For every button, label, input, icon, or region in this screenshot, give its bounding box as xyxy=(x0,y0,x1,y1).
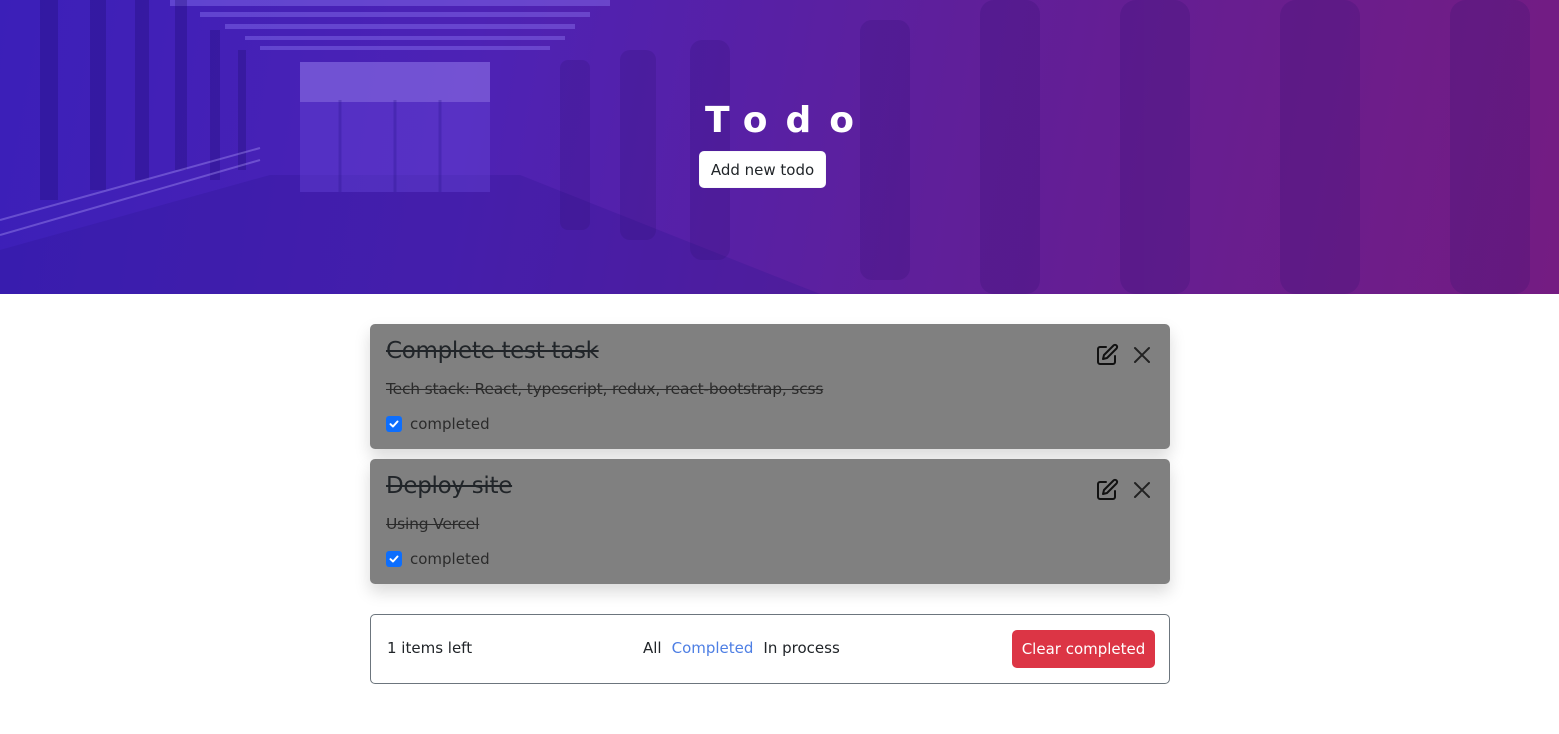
completed-checkbox[interactable] xyxy=(386,416,402,432)
edit-todo-button[interactable] xyxy=(1095,343,1119,367)
page-title: Todo xyxy=(704,100,872,141)
check-icon xyxy=(389,555,399,563)
pencil-square-icon xyxy=(1097,478,1119,500)
todo-title: Complete test task xyxy=(386,338,599,364)
completed-toggle: completed xyxy=(386,415,490,433)
completed-label: completed xyxy=(410,415,490,433)
items-left-count: 1 items left xyxy=(387,639,473,657)
delete-todo-button[interactable] xyxy=(1130,343,1154,367)
add-new-todo-button[interactable]: Add new todo xyxy=(699,151,826,188)
check-icon xyxy=(389,420,399,428)
todo-card: Deploy site Using Vercel completed xyxy=(370,459,1170,584)
filter-group: All Completed In process xyxy=(643,639,850,657)
clear-completed-button[interactable]: Clear completed xyxy=(1012,630,1155,668)
completed-label: completed xyxy=(410,550,490,568)
hero-background-image xyxy=(0,0,1530,294)
todo-footer: 1 items left All Completed In process Cl… xyxy=(370,614,1170,684)
todo-description: Using Vercel xyxy=(386,515,480,533)
close-icon xyxy=(1134,482,1150,498)
delete-todo-button[interactable] xyxy=(1130,478,1154,502)
pencil-square-icon xyxy=(1097,343,1119,365)
close-icon xyxy=(1134,347,1150,363)
completed-checkbox[interactable] xyxy=(386,551,402,567)
todo-title: Deploy site xyxy=(386,473,513,499)
completed-toggle: completed xyxy=(386,550,490,568)
hero-banner: Todo Add new todo xyxy=(0,0,1559,294)
todo-card: Complete test task Tech stack: React, ty… xyxy=(370,324,1170,449)
filter-in-process[interactable]: In process xyxy=(763,639,839,657)
todo-description: Tech stack: React, typescript, redux, re… xyxy=(386,380,824,398)
filter-completed[interactable]: Completed xyxy=(672,639,754,657)
filter-all[interactable]: All xyxy=(643,639,662,657)
edit-todo-button[interactable] xyxy=(1095,478,1119,502)
